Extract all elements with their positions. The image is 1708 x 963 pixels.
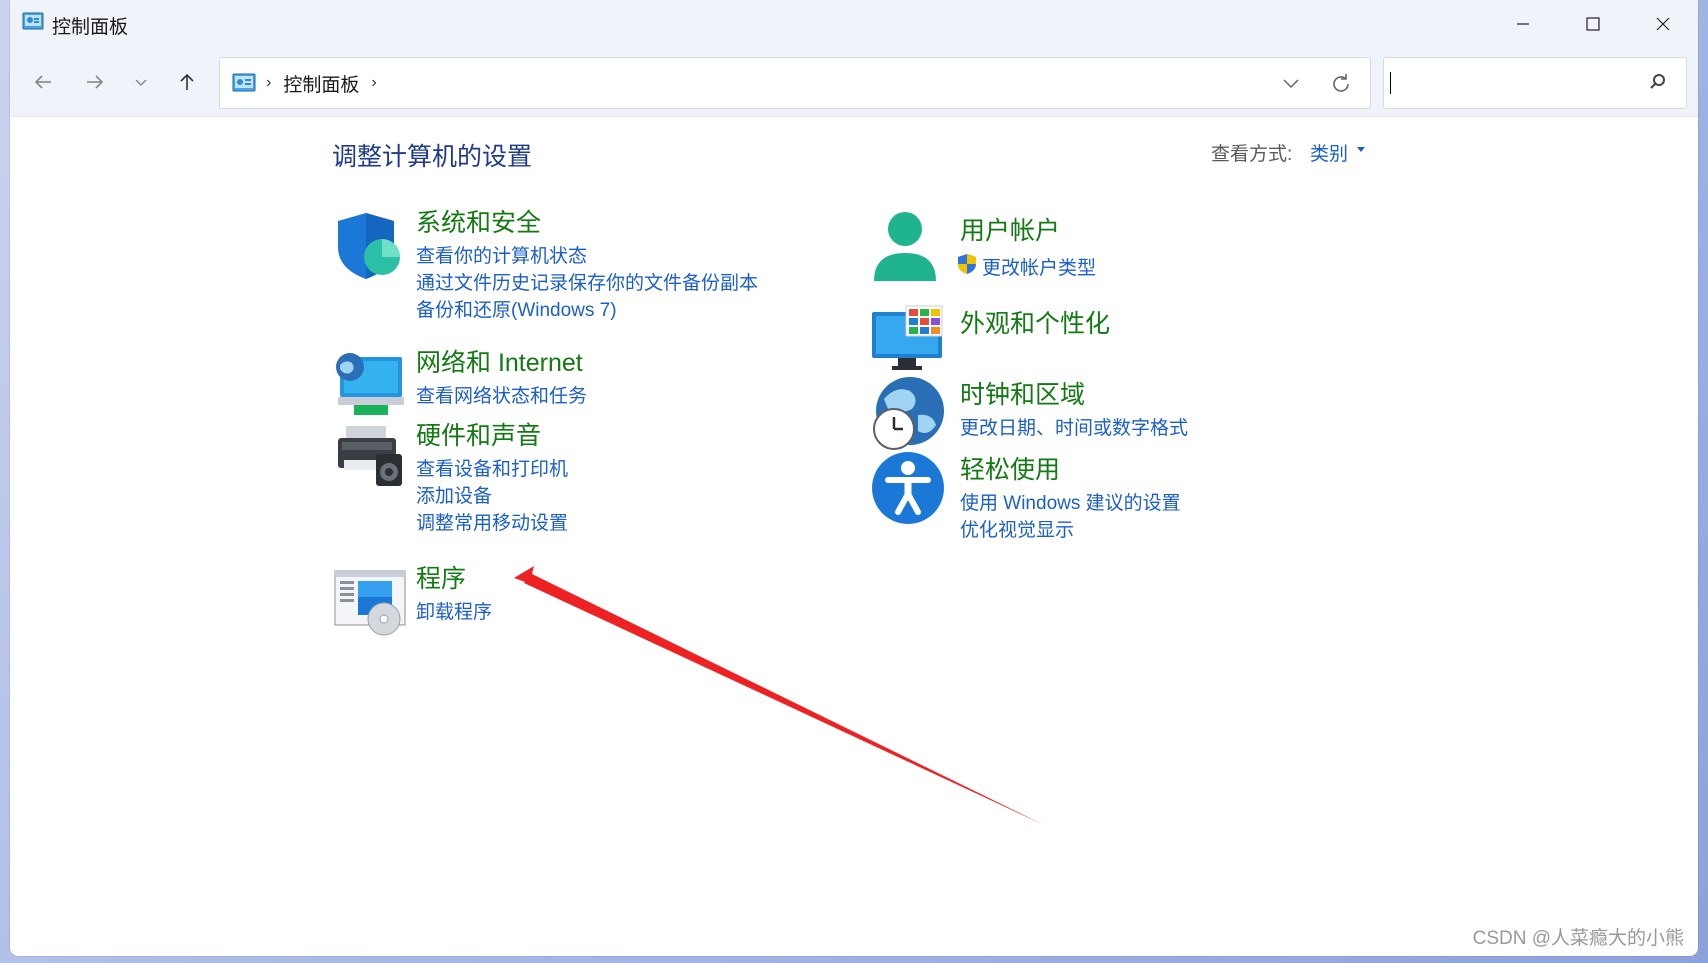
arrow-left-icon (34, 75, 51, 89)
control-panel-app-icon (22, 12, 44, 30)
category-title-ease-of-access[interactable]: 轻松使用 (960, 450, 1060, 486)
watermark: CSDN @人菜瘾大的小熊 (1472, 928, 1684, 949)
printer-speaker-icon[interactable] (332, 420, 408, 496)
page-title: 调整计算机的设置 (332, 143, 533, 171)
address-bar[interactable]: › 控制面板 › (219, 57, 1371, 109)
maximize-button[interactable] (1558, 0, 1628, 47)
view-by-label: 查看方式: (1211, 144, 1293, 165)
search-input[interactable] (1383, 57, 1687, 109)
link-file-history-backup[interactable]: 通过文件历史记录保存你的文件备份副本 (416, 268, 758, 295)
close-button[interactable] (1628, 0, 1698, 47)
category-title-clock-region[interactable]: 时钟和区域 (960, 375, 1085, 411)
minimize-icon (1517, 22, 1529, 25)
link-date-time-format[interactable]: 更改日期、时间或数字格式 (960, 413, 1188, 440)
link-uninstall-program[interactable]: 卸载程序 (416, 597, 492, 624)
link-optimize-visual[interactable]: 优化视觉显示 (960, 515, 1074, 542)
main-content: 调整计算机的设置 查看方式: 类别 系统和安全 查看你的计算机状态 通过文件历史… (10, 117, 1698, 955)
control-panel-icon (232, 73, 256, 92)
programs-disc-icon[interactable] (332, 563, 408, 639)
recent-locations-button[interactable] (123, 64, 159, 100)
shield-icon[interactable] (332, 207, 408, 283)
category-title-network-internet[interactable]: 网络和 Internet (416, 343, 583, 379)
chevron-down-icon[interactable] (1280, 72, 1302, 94)
category-title-programs[interactable]: 程序 (416, 559, 466, 595)
refresh-icon[interactable] (1328, 71, 1354, 97)
link-change-account-type[interactable]: 更改帐户类型 (982, 253, 1096, 280)
uac-shield-icon (958, 254, 976, 274)
accessibility-icon[interactable] (870, 450, 946, 526)
arrow-right-icon (87, 75, 104, 89)
link-network-status-tasks[interactable]: 查看网络状态和任务 (416, 381, 587, 408)
text-caret (1390, 72, 1391, 94)
link-view-computer-status[interactable]: 查看你的计算机状态 (416, 241, 587, 268)
link-backup-restore-win7[interactable]: 备份和还原(Windows 7) (416, 295, 617, 322)
arrow-up-icon (180, 73, 194, 90)
search-icon[interactable] (1648, 72, 1668, 92)
chevron-down-icon (135, 79, 147, 87)
control-panel-window: 控制面板 › 控制面板 › 调整计算机的设置 查看方式: 类别 系统和安全 查看… (10, 0, 1698, 956)
breadcrumb-separator-trailing[interactable]: › (371, 74, 376, 92)
link-windows-recommended[interactable]: 使用 Windows 建议的设置 (960, 488, 1181, 515)
link-add-device[interactable]: 添加设备 (416, 481, 492, 508)
category-title-user-accounts[interactable]: 用户帐户 (960, 211, 1060, 247)
back-button[interactable] (25, 64, 61, 100)
maximize-icon (1586, 16, 1600, 31)
view-by-dropdown[interactable]: 类别 (1310, 139, 1348, 166)
breadcrumb-item[interactable]: 控制面板 (283, 70, 359, 97)
navigation-bar: › 控制面板 › (10, 47, 1698, 117)
forward-button[interactable] (77, 64, 113, 100)
up-button[interactable] (169, 64, 205, 100)
network-globe-icon[interactable] (332, 347, 408, 423)
link-mobility-settings[interactable]: 调整常用移动设置 (416, 508, 568, 535)
title-bar[interactable]: 控制面板 (10, 0, 1698, 47)
clock-globe-icon[interactable] (870, 375, 946, 451)
category-title-system-security[interactable]: 系统和安全 (416, 203, 541, 239)
link-devices-printers[interactable]: 查看设备和打印机 (416, 454, 568, 481)
dropdown-caret-icon[interactable] (1357, 147, 1365, 152)
minimize-button[interactable] (1488, 0, 1558, 47)
user-account-icon[interactable] (870, 211, 946, 287)
window-title: 控制面板 (52, 17, 129, 38)
category-title-hardware-sound[interactable]: 硬件和声音 (416, 416, 541, 452)
monitor-palette-icon[interactable] (870, 304, 946, 380)
category-title-appearance[interactable]: 外观和个性化 (960, 304, 1110, 340)
breadcrumb-separator[interactable]: › (266, 74, 271, 92)
close-icon (1656, 17, 1670, 30)
